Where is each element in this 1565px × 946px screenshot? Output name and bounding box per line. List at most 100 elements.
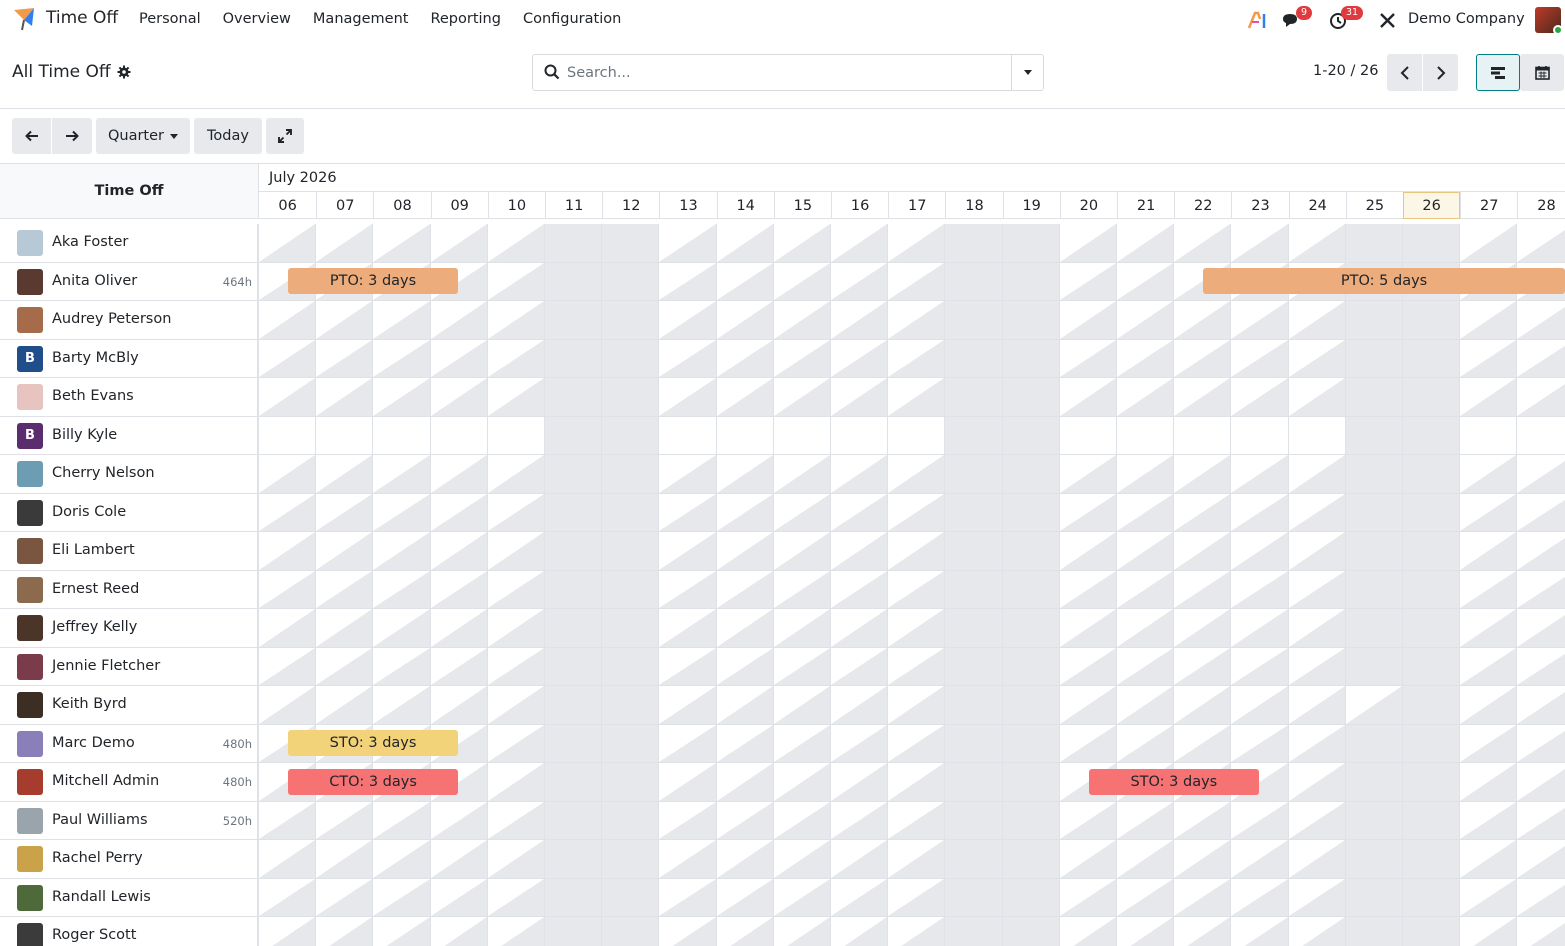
gantt-cell[interactable] bbox=[715, 763, 773, 801]
gantt-cell[interactable] bbox=[486, 801, 544, 839]
gantt-cell[interactable] bbox=[601, 686, 659, 724]
gantt-cell[interactable] bbox=[658, 532, 716, 570]
gantt-cell[interactable] bbox=[601, 262, 659, 300]
gantt-cell[interactable] bbox=[601, 763, 659, 801]
gantt-cell[interactable] bbox=[544, 339, 602, 377]
gantt-cell[interactable] bbox=[658, 686, 716, 724]
gantt-cell[interactable] bbox=[258, 686, 316, 724]
gantt-cell[interactable] bbox=[658, 763, 716, 801]
gantt-cell[interactable] bbox=[1230, 455, 1288, 493]
gantt-cell[interactable] bbox=[1116, 493, 1174, 531]
gantt-cell[interactable] bbox=[658, 840, 716, 878]
gantt-cell[interactable] bbox=[715, 917, 773, 946]
gantt-cell[interactable] bbox=[1058, 301, 1116, 339]
gantt-cell[interactable] bbox=[1058, 878, 1116, 916]
gantt-cell[interactable] bbox=[544, 301, 602, 339]
gantt-cell[interactable] bbox=[1173, 917, 1231, 946]
gantt-cell[interactable] bbox=[944, 455, 1002, 493]
gantt-cell[interactable] bbox=[486, 378, 544, 416]
gantt-cell[interactable] bbox=[372, 609, 430, 647]
gantt-cell[interactable] bbox=[658, 378, 716, 416]
gantt-cell[interactable] bbox=[772, 262, 830, 300]
gantt-cell[interactable] bbox=[1230, 339, 1288, 377]
gantt-cell[interactable] bbox=[1344, 224, 1402, 262]
gantt-cell[interactable] bbox=[601, 378, 659, 416]
gantt-cell[interactable] bbox=[1516, 878, 1565, 916]
gantt-cell[interactable] bbox=[315, 224, 373, 262]
gantt-cell[interactable] bbox=[1287, 917, 1345, 946]
gantt-cell[interactable] bbox=[258, 609, 316, 647]
gantt-cell[interactable] bbox=[715, 647, 773, 685]
gantt-cell[interactable] bbox=[1344, 763, 1402, 801]
gantt-cell[interactable] bbox=[830, 455, 888, 493]
gantt-cell[interactable] bbox=[1402, 532, 1460, 570]
gantt-cell[interactable] bbox=[258, 917, 316, 946]
gantt-cell[interactable] bbox=[1344, 416, 1402, 454]
gantt-cell[interactable] bbox=[1287, 724, 1345, 762]
gantt-cell[interactable] bbox=[429, 416, 487, 454]
gantt-cell[interactable] bbox=[372, 917, 430, 946]
gantt-cell[interactable] bbox=[715, 878, 773, 916]
gantt-cell[interactable] bbox=[944, 686, 1002, 724]
gantt-cell[interactable] bbox=[1344, 686, 1402, 724]
gantt-cell[interactable] bbox=[1001, 532, 1059, 570]
gantt-cell[interactable] bbox=[658, 455, 716, 493]
gantt-cell[interactable] bbox=[429, 609, 487, 647]
gantt-cell[interactable] bbox=[1116, 455, 1174, 493]
gantt-cell[interactable] bbox=[1516, 224, 1565, 262]
gantt-cell[interactable] bbox=[830, 262, 888, 300]
gantt-cell[interactable] bbox=[544, 609, 602, 647]
gantt-cell[interactable] bbox=[1173, 339, 1231, 377]
gantt-cell[interactable] bbox=[486, 262, 544, 300]
gantt-cell[interactable] bbox=[372, 224, 430, 262]
gantt-cell[interactable] bbox=[1001, 686, 1059, 724]
gantt-cell[interactable] bbox=[1402, 455, 1460, 493]
gantt-cell[interactable] bbox=[1459, 686, 1517, 724]
gantt-cell[interactable] bbox=[1344, 570, 1402, 608]
gantt-cell[interactable] bbox=[1287, 301, 1345, 339]
gantt-cell[interactable] bbox=[1001, 493, 1059, 531]
gantt-cell[interactable] bbox=[1173, 609, 1231, 647]
gantt-cell[interactable] bbox=[1001, 455, 1059, 493]
gantt-cell[interactable] bbox=[1344, 647, 1402, 685]
gantt-cell[interactable] bbox=[429, 686, 487, 724]
gantt-cell[interactable] bbox=[1344, 609, 1402, 647]
gantt-cell[interactable] bbox=[544, 262, 602, 300]
gantt-cell[interactable] bbox=[1402, 301, 1460, 339]
gantt-cell[interactable] bbox=[372, 378, 430, 416]
gantt-cell[interactable] bbox=[486, 301, 544, 339]
gantt-cell[interactable] bbox=[544, 224, 602, 262]
gantt-cell[interactable] bbox=[1058, 724, 1116, 762]
gantt-cell[interactable] bbox=[944, 416, 1002, 454]
gantt-cell[interactable] bbox=[1173, 493, 1231, 531]
gantt-cell[interactable] bbox=[258, 647, 316, 685]
next-period-button[interactable] bbox=[52, 118, 92, 154]
gantt-cell[interactable] bbox=[1001, 570, 1059, 608]
gantt-cell[interactable] bbox=[1001, 917, 1059, 946]
gantt-cell[interactable] bbox=[1287, 378, 1345, 416]
gear-icon[interactable] bbox=[117, 65, 131, 79]
gantt-cell[interactable] bbox=[315, 378, 373, 416]
avatar[interactable]: B bbox=[17, 422, 43, 449]
avatar[interactable] bbox=[17, 461, 43, 488]
gantt-cell[interactable] bbox=[601, 647, 659, 685]
avatar[interactable] bbox=[17, 653, 43, 680]
gantt-cell[interactable] bbox=[1287, 878, 1345, 916]
menu-overview[interactable]: Overview bbox=[223, 11, 291, 27]
avatar[interactable] bbox=[17, 884, 43, 911]
gantt-cell[interactable] bbox=[1459, 224, 1517, 262]
calendar-view-button[interactable] bbox=[1520, 54, 1564, 91]
gantt-cell[interactable] bbox=[658, 416, 716, 454]
gantt-cell[interactable] bbox=[830, 878, 888, 916]
gantt-cell[interactable] bbox=[486, 416, 544, 454]
gantt-cell[interactable] bbox=[1402, 763, 1460, 801]
avatar[interactable] bbox=[17, 730, 43, 757]
gantt-cell[interactable] bbox=[715, 224, 773, 262]
gantt-cell[interactable] bbox=[830, 339, 888, 377]
gantt-cell[interactable] bbox=[1058, 686, 1116, 724]
gantt-cell[interactable] bbox=[715, 301, 773, 339]
gantt-cell[interactable] bbox=[601, 339, 659, 377]
gantt-cell[interactable] bbox=[429, 339, 487, 377]
gantt-cell[interactable] bbox=[1402, 416, 1460, 454]
gantt-cell[interactable] bbox=[1058, 224, 1116, 262]
